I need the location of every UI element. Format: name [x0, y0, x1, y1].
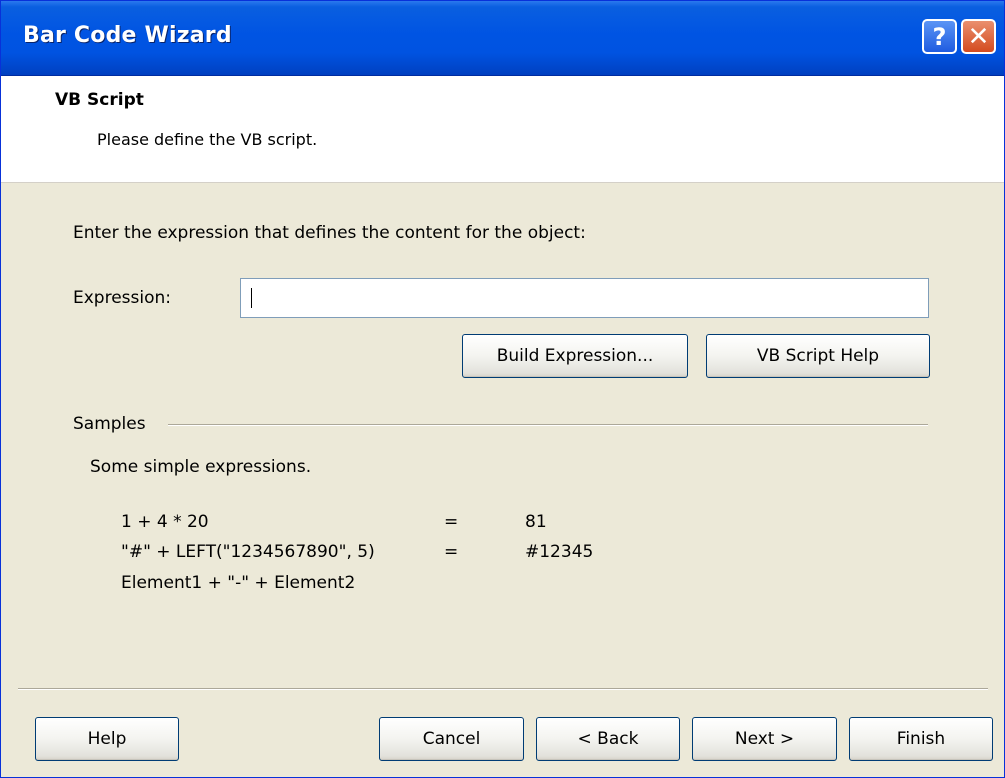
- cancel-button[interactable]: Cancel: [379, 717, 524, 761]
- sample-equals-2: =: [444, 542, 459, 562]
- sample-equals-1: =: [444, 512, 459, 532]
- page-subtitle: Please define the VB script.: [97, 130, 318, 149]
- page-title: VB Script: [55, 90, 144, 110]
- build-expression-button[interactable]: Build Expression...: [462, 334, 688, 378]
- samples-description: Some simple expressions.: [90, 457, 312, 477]
- title-bar[interactable]: Bar Code Wizard ? ✕: [1, 1, 1004, 76]
- instruction-text: Enter the expression that defines the co…: [73, 223, 586, 243]
- sample-result-2: #12345: [525, 542, 594, 562]
- wizard-window: Bar Code Wizard ? ✕ VB Script Please def…: [0, 0, 1005, 778]
- back-button[interactable]: < Back: [536, 717, 680, 761]
- footer-divider-highlight: [18, 689, 988, 690]
- help-icon[interactable]: ?: [922, 19, 957, 54]
- expression-label: Expression:: [73, 288, 172, 308]
- window-title: Bar Code Wizard: [23, 23, 232, 48]
- sample-expression-2: "#" + LEFT("1234567890", 5): [121, 542, 375, 562]
- samples-label: Samples: [73, 414, 146, 434]
- vb-script-help-button[interactable]: VB Script Help: [706, 334, 930, 378]
- next-button[interactable]: Next >: [692, 717, 837, 761]
- samples-divider-highlight: [168, 425, 928, 426]
- sample-expression-3: Element1 + "-" + Element2: [121, 573, 356, 593]
- finish-button[interactable]: Finish: [849, 717, 993, 761]
- text-caret: [251, 288, 252, 308]
- help-button[interactable]: Help: [35, 717, 179, 761]
- wizard-header: VB Script Please define the VB script.: [1, 76, 1004, 183]
- sample-expression-1: 1 + 4 * 20: [121, 512, 209, 532]
- sample-result-1: 81: [525, 512, 547, 532]
- expression-input[interactable]: [240, 278, 929, 318]
- close-icon[interactable]: ✕: [961, 19, 996, 54]
